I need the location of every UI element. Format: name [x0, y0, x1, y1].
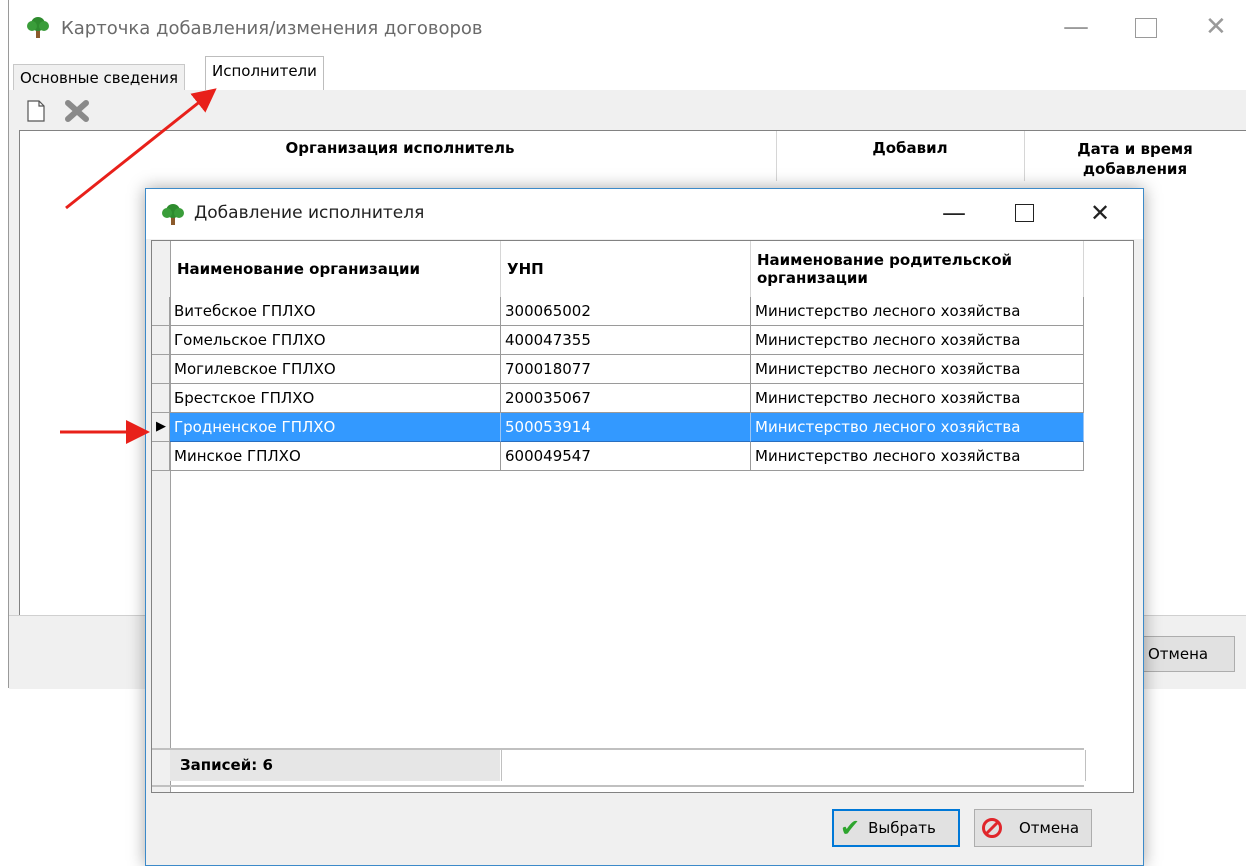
toolbar	[9, 90, 1246, 130]
organizations-grid: Наименование организации УНП Наименовани…	[151, 240, 1134, 793]
close-button[interactable]: ✕	[1205, 14, 1227, 40]
cell-org-name: Гомельское ГПЛХО	[170, 326, 501, 355]
row-header[interactable]	[152, 326, 170, 355]
row-header[interactable]: ▶	[152, 413, 170, 442]
maximize-button[interactable]	[1135, 18, 1157, 38]
cell-parent-org: Министерство лесного хозяйства	[751, 297, 1084, 326]
table-row[interactable]: Гомельское ГПЛХО 400047355 Министерство …	[152, 326, 1084, 355]
cell-org-name: Брестское ГПЛХО	[170, 384, 501, 413]
cell-parent-org: Министерство лесного хозяйства	[751, 442, 1084, 471]
cell-unp: 400047355	[501, 326, 751, 355]
tree-logo-icon	[27, 17, 49, 38]
cell-unp: 600049547	[501, 442, 751, 471]
select-button[interactable]: ✔ Выбрать	[832, 809, 960, 847]
cell-parent-org: Министерство лесного хозяйства	[751, 326, 1084, 355]
tree-logo-icon	[162, 204, 184, 225]
tab-executors[interactable]: Исполнители	[205, 56, 324, 91]
cell-unp: 500053914	[501, 413, 751, 442]
column-header-parent-org[interactable]: Наименование родительской организации	[751, 241, 1084, 297]
table-row[interactable]: Могилевское ГПЛХО 700018077 Министерство…	[152, 355, 1084, 384]
dialog-cancel-button[interactable]: Отмена	[974, 809, 1092, 847]
cell-unp: 200035067	[501, 384, 751, 413]
minimize-button[interactable]: —	[1063, 14, 1089, 40]
cancel-button-label: Отмена	[1019, 819, 1080, 837]
add-executor-dialog: Добавление исполнителя — ✕ Наименование …	[145, 188, 1144, 866]
current-row-pointer-icon: ▶	[156, 419, 166, 434]
cancel-prohibited-icon	[982, 818, 1002, 838]
cell-org-name: Могилевское ГПЛХО	[170, 355, 501, 384]
cell-parent-org: Министерство лесного хозяйства	[751, 413, 1084, 442]
delete-x-icon[interactable]	[65, 100, 89, 122]
dialog-minimize-button[interactable]: —	[942, 201, 966, 225]
table-row[interactable]: Витебское ГПЛХО 300065002 Министерство л…	[152, 297, 1084, 326]
dialog-title: Добавление исполнителя	[194, 203, 425, 223]
column-header-date-added[interactable]: Дата и время добавления	[1030, 139, 1240, 179]
cell-org-name: Гродненское ГПЛХО	[170, 413, 501, 442]
footer-blank-cell	[501, 750, 1086, 781]
cell-parent-org: Министерство лесного хозяйства	[751, 384, 1084, 413]
dialog-maximize-button[interactable]	[1015, 204, 1034, 222]
row-header[interactable]	[152, 297, 170, 326]
cell-org-name: Минское ГПЛХО	[170, 442, 501, 471]
column-header-organization[interactable]: Организация исполнитель	[120, 139, 680, 157]
row-header[interactable]	[152, 442, 170, 471]
main-cancel-button[interactable]: Отмена	[1139, 636, 1235, 672]
table-row[interactable]: Брестское ГПЛХО 200035067 Министерство л…	[152, 384, 1084, 413]
cell-unp: 700018077	[501, 355, 751, 384]
table-row-selected[interactable]: ▶ Гродненское ГПЛХО 500053914 Министерст…	[152, 413, 1084, 442]
column-header-unp[interactable]: УНП	[501, 241, 751, 297]
column-header-org-name[interactable]: Наименование организации	[171, 241, 501, 297]
select-button-label: Выбрать	[868, 819, 936, 837]
dialog-titlebar: Добавление исполнителя — ✕	[146, 189, 1143, 239]
cell-org-name: Витебское ГПЛХО	[170, 297, 501, 326]
tab-strip	[9, 58, 1246, 91]
main-window-title: Карточка добавления/изменения договоров	[61, 18, 483, 39]
row-header[interactable]	[152, 384, 170, 413]
row-header[interactable]	[152, 355, 170, 384]
column-header-added-by[interactable]: Добавил	[800, 139, 1020, 157]
cell-unp: 300065002	[501, 297, 751, 326]
main-titlebar: Карточка добавления/изменения договоров …	[9, 0, 1246, 58]
table-row[interactable]: Минское ГПЛХО 600049547 Министерство лес…	[152, 442, 1084, 471]
grid-footer: Записей: 6	[152, 748, 1086, 787]
tab-basic-info[interactable]: Основные сведения	[13, 64, 186, 91]
records-count: Записей: 6	[170, 750, 500, 781]
checkmark-icon: ✔	[840, 814, 861, 842]
dialog-close-button[interactable]: ✕	[1090, 201, 1110, 225]
new-document-icon[interactable]	[27, 100, 45, 122]
cell-parent-org: Министерство лесного хозяйства	[751, 355, 1084, 384]
